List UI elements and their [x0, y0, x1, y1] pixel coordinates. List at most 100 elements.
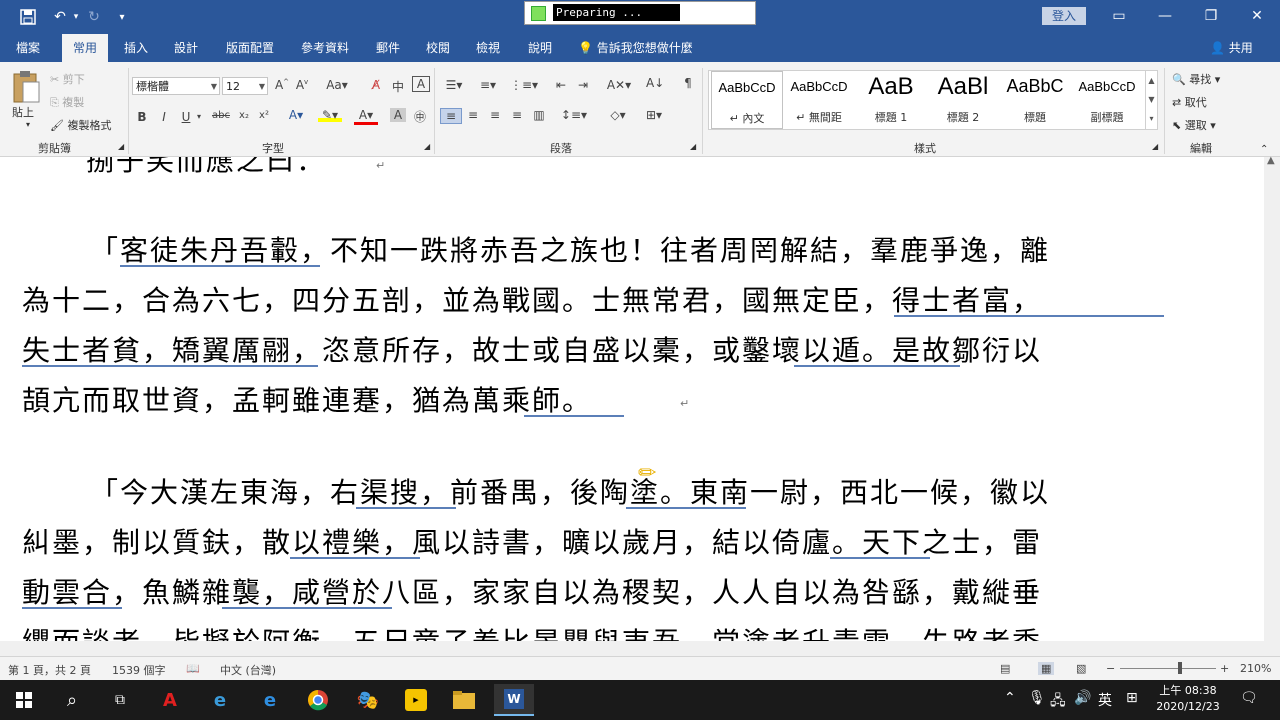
customize-qat-icon[interactable]: ▾ [112, 7, 132, 27]
tab-file[interactable]: 檔案 [6, 34, 50, 62]
notifications-icon[interactable]: 🗨 [1240, 690, 1258, 706]
cut-button[interactable]: ✂ 剪下 [50, 71, 85, 87]
line-spacing-icon[interactable]: ↕≡▾ [560, 108, 588, 122]
style-title[interactable]: AaBbC 標題 [999, 71, 1071, 129]
underline-dropdown-icon[interactable]: ▾ [194, 112, 204, 121]
page-count[interactable]: 第 1 頁，共 2 頁 [8, 662, 91, 678]
justify-icon[interactable]: ≡ [508, 108, 526, 122]
grow-font-icon[interactable]: A^ [274, 78, 290, 92]
style-normal[interactable]: AaBbCcD ↵ 內文 [711, 71, 783, 129]
bold-icon[interactable]: B [136, 110, 148, 124]
zoom-out-button[interactable]: − [1106, 662, 1115, 675]
tab-layout[interactable]: 版面配置 [218, 34, 282, 62]
tab-insert[interactable]: 插入 [114, 34, 158, 62]
clipboard-launcher-icon[interactable]: ◢ [118, 142, 124, 151]
vertical-scrollbar[interactable]: ▲ [1264, 155, 1280, 641]
show-hidden-icons[interactable]: ⌃ [1004, 690, 1016, 706]
paragraph-launcher-icon[interactable]: ◢ [690, 142, 696, 151]
shading-icon[interactable]: ◇▾ [604, 108, 632, 122]
subscript-icon[interactable]: x₂ [236, 110, 252, 121]
numbering-icon[interactable]: ≡▾ [476, 78, 500, 92]
signin-button[interactable]: 登入 [1042, 7, 1086, 25]
document-area[interactable]: 捌子笑而應之曰： ↵ 「客徒朱丹吾轂，不知一跌將赤吾之族也！往者周罔解結，羣鹿爭… [0, 157, 1264, 641]
tab-references[interactable]: 參考資料 [292, 34, 358, 62]
italic-icon[interactable]: I [158, 110, 170, 124]
tab-design[interactable]: 設計 [164, 34, 208, 62]
styles-scroll[interactable]: ▲ ▼ ▾ [1145, 71, 1157, 129]
format-painter-button[interactable]: 🖌 複製格式 [50, 117, 111, 133]
font-size-select[interactable]: 12 ▼ [222, 77, 268, 95]
web-layout-icon[interactable]: ▧ [1076, 662, 1086, 675]
tell-me-search[interactable]: 💡 告訴我您想做什麼 [578, 34, 693, 62]
tab-home[interactable]: 常用 [62, 34, 108, 62]
ime-indicator[interactable]: 英 [1098, 690, 1112, 710]
internet-explorer-icon[interactable]: e [200, 684, 240, 716]
restore-icon[interactable]: ❐ [1196, 4, 1226, 28]
underline-icon[interactable]: U [180, 110, 192, 124]
word-count[interactable]: 1539 個字 [112, 662, 166, 678]
font-name-select[interactable]: 標楷體 ▼ [132, 77, 220, 95]
language[interactable]: 中文 (台灣) [220, 662, 276, 678]
paste-label[interactable]: 貼上 [12, 104, 34, 120]
tab-mailings[interactable]: 郵件 [368, 34, 408, 62]
sort-icon[interactable]: A↓ [646, 76, 664, 90]
undo-dropdown-icon[interactable]: ▾ [66, 7, 86, 27]
tab-review[interactable]: 校閱 [418, 34, 458, 62]
volume-icon[interactable]: 🔊 [1074, 690, 1091, 706]
find-button[interactable]: 🔍 尋找 ▾ [1172, 71, 1220, 87]
search-icon[interactable]: ⌕ [52, 684, 92, 716]
zoom-level[interactable]: 210% [1240, 662, 1271, 675]
app-icon[interactable]: 🎭 [348, 684, 388, 716]
redo-icon[interactable]: ↻ [84, 7, 104, 27]
ime-mode-icon[interactable]: ⊞ [1126, 690, 1138, 706]
bullets-icon[interactable]: ☰▾ [442, 78, 466, 92]
decrease-indent-icon[interactable]: ⇤ [552, 78, 570, 92]
select-button[interactable]: ⬉ 選取 ▾ [1172, 117, 1216, 133]
zoom-slider-thumb[interactable] [1178, 662, 1182, 674]
zoom-in-button[interactable]: + [1220, 662, 1229, 675]
network-icon[interactable]: 🖧 [1050, 690, 1066, 714]
microphone-icon[interactable]: 🎙 [1028, 690, 1046, 706]
text-effects-icon[interactable]: A▾ [286, 108, 306, 122]
read-mode-icon[interactable]: ▤ [1000, 662, 1010, 675]
zoom-slider[interactable] [1120, 668, 1216, 669]
style-heading-2[interactable]: AaBl 標題 2 [927, 71, 999, 129]
acrobat-icon[interactable]: A [150, 684, 190, 716]
font-color-icon[interactable]: A▾ [354, 108, 378, 125]
align-center-icon[interactable]: ≡ [464, 108, 482, 122]
change-case-icon[interactable]: Aa▾ [324, 78, 350, 92]
style-no-spacing[interactable]: AaBbCcD ↵ 無間距 [783, 71, 855, 129]
font-launcher-icon[interactable]: ◢ [424, 142, 430, 151]
collapse-ribbon-icon[interactable]: ⌃ [1260, 144, 1268, 155]
horizontal-scrollbar[interactable] [0, 641, 1280, 656]
paste-dropdown-icon[interactable]: ▾ [26, 120, 30, 129]
borders-icon[interactable]: ⊞▾ [640, 108, 668, 122]
align-right-icon[interactable]: ≡ [486, 108, 504, 122]
character-shading-icon[interactable]: A [390, 108, 406, 122]
strikethrough-icon[interactable]: abc [210, 110, 232, 121]
align-left-icon[interactable]: ≡ [440, 108, 462, 124]
minimize-icon[interactable]: — [1150, 4, 1180, 28]
character-border-icon[interactable]: A [412, 76, 430, 92]
highlight-icon[interactable]: ✎▾ [318, 108, 342, 122]
clear-formatting-icon[interactable]: A̸ [368, 78, 384, 92]
scroll-up-icon[interactable]: ▲ [1267, 155, 1275, 166]
distributed-icon[interactable]: ▥ [530, 108, 548, 122]
show-formatting-icon[interactable]: ¶ [680, 76, 696, 90]
tab-view[interactable]: 檢視 [468, 34, 508, 62]
replace-button[interactable]: ⇄ 取代 [1172, 94, 1207, 110]
tab-help[interactable]: 說明 [520, 34, 560, 62]
share-button[interactable]: 👤 共用 [1210, 34, 1253, 62]
word-taskbar-icon[interactable]: W [494, 684, 534, 716]
chrome-icon[interactable] [298, 684, 338, 716]
file-explorer-icon[interactable] [444, 684, 484, 716]
paste-icon[interactable] [10, 70, 42, 106]
potplayer-icon[interactable]: ▶ [396, 684, 436, 716]
shrink-font-icon[interactable]: Av [294, 78, 310, 92]
asian-layout-icon[interactable]: A✕▾ [604, 78, 634, 92]
phonetic-guide-icon[interactable]: 中 [388, 78, 408, 95]
multilevel-list-icon[interactable]: ⋮≡▾ [510, 78, 538, 92]
print-layout-icon[interactable]: ▦ [1038, 662, 1055, 675]
style-subtitle[interactable]: AaBbCcD 副標題 [1071, 71, 1143, 129]
windows-start-icon[interactable] [4, 684, 44, 716]
